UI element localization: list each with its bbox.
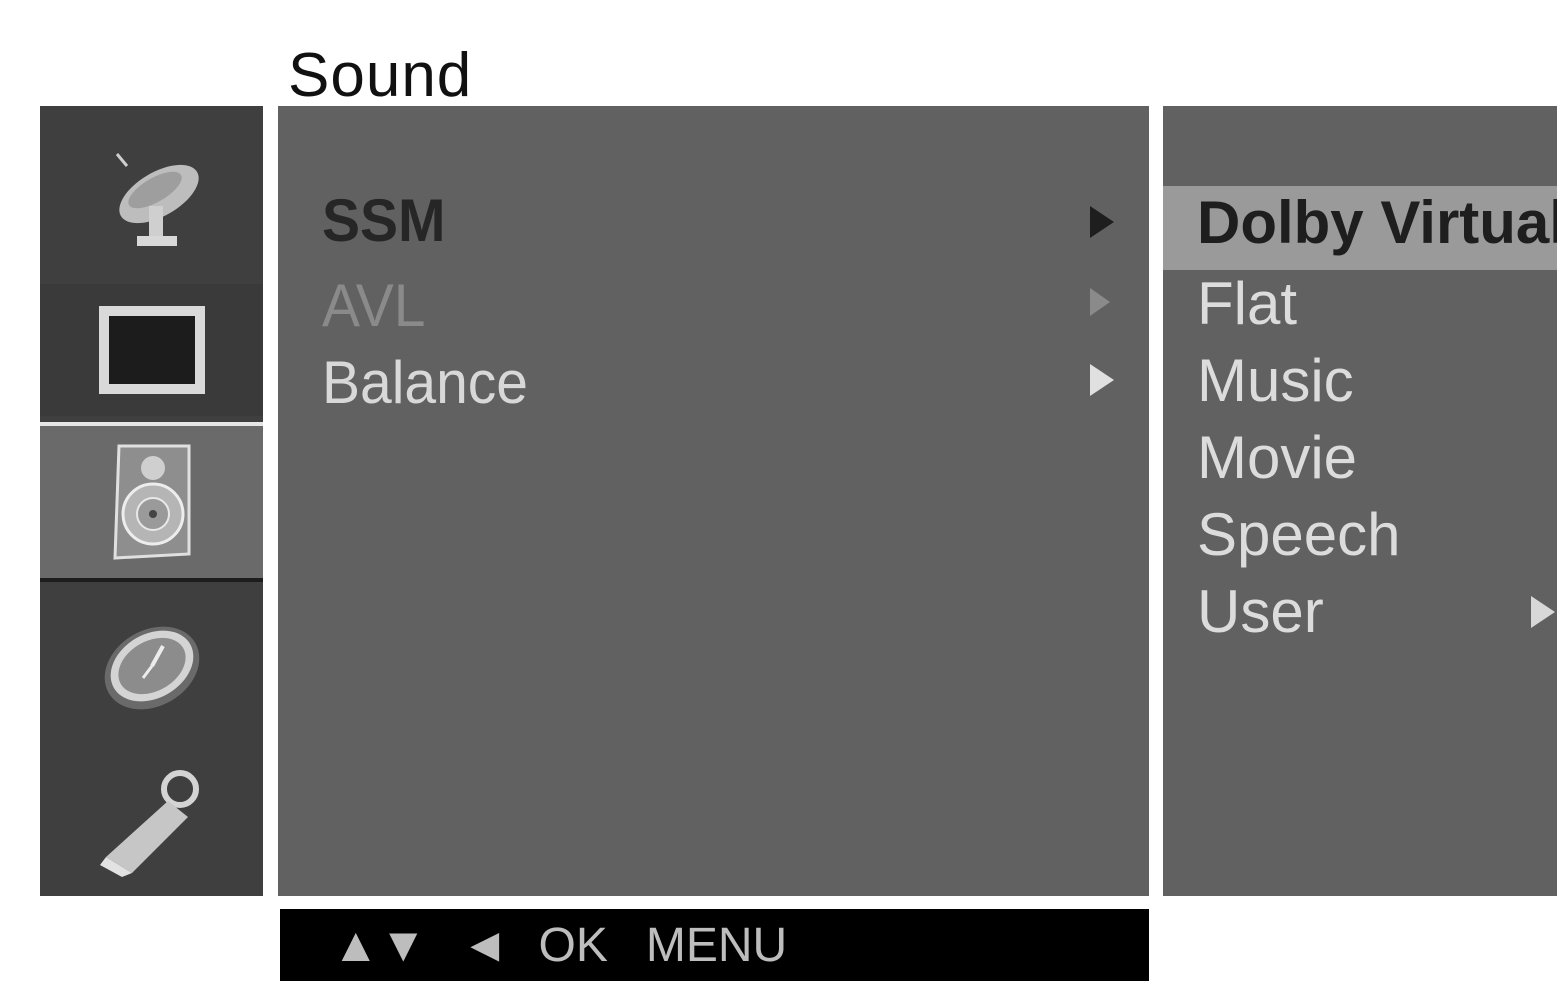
picture-icon xyxy=(98,306,205,394)
balance-arrow-icon xyxy=(1090,364,1114,396)
submenu-item-speech[interactable]: Speech xyxy=(1197,500,1401,569)
menu-item-avl[interactable]: AVL xyxy=(322,271,426,340)
submenu-item-flat[interactable]: Flat xyxy=(1197,269,1297,338)
left-arrow-icon: ◄ xyxy=(461,918,509,972)
submenu-item-music[interactable]: Music xyxy=(1197,346,1354,415)
ok-hint: OK xyxy=(538,918,608,972)
satellite-dish-icon xyxy=(115,153,199,246)
submenu-item-dolby-virtual[interactable]: Dolby Virtual xyxy=(1197,188,1557,257)
updown-arrows-icon: ▲▼ xyxy=(332,918,428,972)
sidebar-item-picture[interactable] xyxy=(40,284,263,416)
sidebar-item-time[interactable] xyxy=(40,596,263,736)
menu-item-balance[interactable]: Balance xyxy=(322,348,528,417)
submenu-item-user[interactable]: User xyxy=(1197,577,1324,646)
sidebar-item-special[interactable] xyxy=(40,746,263,896)
speaker-icon xyxy=(112,444,190,560)
menu-hint: MENU xyxy=(645,918,788,972)
clock-icon xyxy=(104,626,199,710)
ssm-submenu-panel: Dolby Virtual Flat Music Movie Speech Us… xyxy=(1163,106,1557,896)
sidebar xyxy=(40,106,263,896)
sidebar-item-station[interactable] xyxy=(40,126,263,276)
ssm-arrow-icon xyxy=(1090,206,1114,238)
menu-title: Sound xyxy=(288,41,473,110)
user-arrow-icon xyxy=(1531,596,1555,628)
key-icon xyxy=(99,770,199,877)
sidebar-item-sound[interactable] xyxy=(40,422,263,582)
navigation-hint-bar: ▲▼ ◄ OK MENU xyxy=(280,909,1149,981)
sound-menu-panel: SSM AVL Balance xyxy=(278,106,1149,896)
submenu-item-movie[interactable]: Movie xyxy=(1197,423,1357,492)
menu-item-ssm[interactable]: SSM xyxy=(322,186,446,255)
avl-arrow-icon xyxy=(1090,288,1110,316)
